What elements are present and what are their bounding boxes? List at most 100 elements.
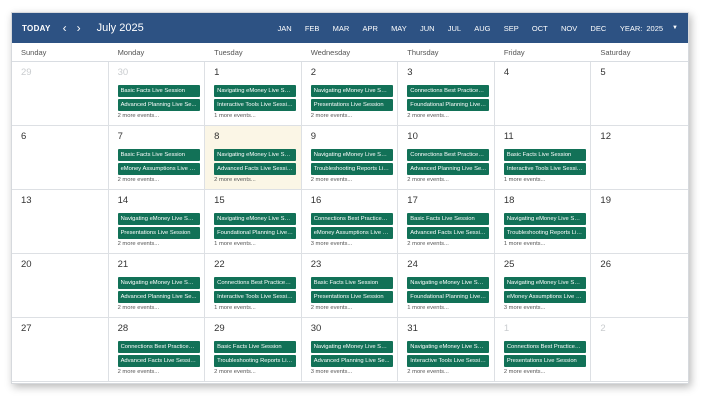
event-chip[interactable]: Advanced Facts Live Session <box>407 227 490 239</box>
event-chip[interactable]: Navigating eMoney Live Ses... <box>310 85 393 97</box>
event-chip[interactable]: eMoney Assumptions Live S... <box>503 291 586 303</box>
event-chip[interactable]: Advanced Facts Live Session <box>117 355 200 367</box>
month-link-apr[interactable]: APR <box>362 24 377 33</box>
day-cell[interactable]: 27 <box>12 318 109 382</box>
event-chip[interactable]: Navigating eMoney Live Ses... <box>310 341 393 353</box>
more-events-link[interactable]: 2 more events... <box>118 177 205 183</box>
more-events-link[interactable]: 1 more events... <box>504 241 591 247</box>
event-chip[interactable]: Connections Best Practices ... <box>503 341 586 353</box>
event-chip[interactable]: Foundational Planning Live ... <box>407 99 490 111</box>
day-cell[interactable]: 13 <box>12 190 109 254</box>
day-cell[interactable]: 10 Connections Best Practices ... Advanced… <box>398 126 495 190</box>
more-events-link[interactable]: 2 more events... <box>407 177 494 183</box>
month-link-oct[interactable]: OCT <box>532 24 548 33</box>
event-chip[interactable]: Advanced Facts Live Session <box>214 163 297 175</box>
event-chip[interactable]: Basic Facts Live Session <box>117 85 200 97</box>
day-cell[interactable]: 14 Navigating eMoney Live Ses... Presentat… <box>108 190 206 254</box>
day-cell[interactable]: 23 Basic Facts Live Session Presentations … <box>301 254 399 318</box>
more-events-link[interactable]: 3 more events... <box>504 305 591 311</box>
more-events-link[interactable]: 2 more events... <box>118 113 205 119</box>
more-events-link[interactable]: 1 more events... <box>214 241 301 247</box>
day-cell[interactable]: 1 Connections Best Practices ... Presentat… <box>494 318 592 382</box>
next-month-icon[interactable]: › <box>77 22 81 34</box>
day-cell[interactable]: 26 <box>591 254 688 318</box>
year-select[interactable]: 2025 ▼ <box>646 24 678 33</box>
day-cell[interactable]: 1 Navigating eMoney Live Ses... Interactiv… <box>205 62 302 126</box>
event-chip[interactable]: Connections Best Practices ... <box>407 149 490 161</box>
month-link-dec[interactable]: DEC <box>590 24 606 33</box>
month-link-feb[interactable]: FEB <box>305 24 320 33</box>
day-cell[interactable]: 11 Basic Facts Live Session Interactive To… <box>494 126 592 190</box>
event-chip[interactable]: Advanced Planning Live Se... <box>407 163 490 175</box>
more-events-link[interactable]: 2 more events... <box>118 305 205 311</box>
event-chip[interactable]: Troubleshooting Reports Liv... <box>214 355 297 367</box>
event-chip[interactable]: Interactive Tools Live Session <box>407 355 490 367</box>
event-chip[interactable]: Foundational Planning Live ... <box>214 227 297 239</box>
event-chip[interactable]: Connections Best Practices ... <box>117 341 200 353</box>
month-link-nov[interactable]: NOV <box>561 24 577 33</box>
event-chip[interactable]: Foundational Planning Live ... <box>407 291 490 303</box>
day-cell[interactable]: 22 Connections Best Practices ... Interact… <box>205 254 302 318</box>
more-events-link[interactable]: 2 more events... <box>214 177 301 183</box>
month-link-jan[interactable]: JAN <box>277 24 291 33</box>
month-link-sep[interactable]: SEP <box>504 24 519 33</box>
event-chip[interactable]: Presentations Live Session <box>310 99 393 111</box>
event-chip[interactable]: Presentations Live Session <box>117 227 200 239</box>
event-chip[interactable]: Navigating eMoney Live Ses... <box>407 277 490 289</box>
more-events-link[interactable]: 1 more events... <box>214 305 301 311</box>
event-chip[interactable]: Navigating eMoney Live Ses... <box>117 277 200 289</box>
event-chip[interactable]: eMoney Assumptions Live S... <box>117 163 200 175</box>
event-chip[interactable]: Navigating eMoney Live Ses... <box>503 277 586 289</box>
event-chip[interactable]: Troubleshooting Reports Liv... <box>503 227 586 239</box>
day-cell[interactable]: 24 Navigating eMoney Live Ses... Foundatio… <box>398 254 495 318</box>
more-events-link[interactable]: 2 more events... <box>311 177 398 183</box>
event-chip[interactable]: Connections Best Practices ... <box>407 85 490 97</box>
day-cell[interactable]: 28 Connections Best Practices ... Advanced… <box>108 318 206 382</box>
month-link-jun[interactable]: JUN <box>420 24 435 33</box>
day-cell[interactable]: 30 Navigating eMoney Live Ses... Advanced … <box>301 318 399 382</box>
more-events-link[interactable]: 2 more events... <box>407 369 494 375</box>
day-cell[interactable]: 16 Connections Best Practices ... eMoney A… <box>301 190 399 254</box>
prev-month-icon[interactable]: ‹ <box>63 22 67 34</box>
event-chip[interactable]: Navigating eMoney Live Ses... <box>117 213 200 225</box>
event-chip[interactable]: Advanced Planning Live Se... <box>310 355 393 367</box>
more-events-link[interactable]: 2 more events... <box>311 305 398 311</box>
event-chip[interactable]: Navigating eMoney Live Ses... <box>407 341 490 353</box>
more-events-link[interactable]: 2 more events... <box>407 113 494 119</box>
day-cell[interactable]: 21 Navigating eMoney Live Ses... Advanced … <box>108 254 206 318</box>
more-events-link[interactable]: 1 more events... <box>407 305 494 311</box>
event-chip[interactable]: Connections Best Practices ... <box>310 213 393 225</box>
day-cell[interactable]: 3 Connections Best Practices ... Foundatio… <box>398 62 495 126</box>
day-cell[interactable]: 18 Navigating eMoney Live Ses... Troublesh… <box>494 190 592 254</box>
more-events-link[interactable]: 1 more events... <box>214 113 301 119</box>
today-button[interactable]: TODAY <box>22 24 51 33</box>
day-cell[interactable]: 9 Navigating eMoney Live Ses... Troublesho… <box>301 126 399 190</box>
more-events-link[interactable]: 2 more events... <box>214 369 301 375</box>
event-chip[interactable]: eMoney Assumptions Live S... <box>310 227 393 239</box>
event-chip[interactable]: Interactive Tools Live Session <box>503 163 586 175</box>
more-events-link[interactable]: 1 more events... <box>504 177 591 183</box>
day-cell[interactable]: 20 <box>12 254 109 318</box>
more-events-link[interactable]: 3 more events... <box>311 241 398 247</box>
day-cell[interactable]: 25 Navigating eMoney Live Ses... eMoney As… <box>494 254 592 318</box>
day-cell[interactable]: 29 <box>12 62 109 126</box>
day-cell[interactable]: 19 <box>591 190 688 254</box>
month-link-may[interactable]: MAY <box>391 24 407 33</box>
event-chip[interactable]: Basic Facts Live Session <box>407 213 490 225</box>
event-chip[interactable]: Presentations Live Session <box>503 355 586 367</box>
event-chip[interactable]: Basic Facts Live Session <box>214 341 297 353</box>
month-link-mar[interactable]: MAR <box>333 24 350 33</box>
day-cell[interactable]: 12 <box>591 126 688 190</box>
day-cell[interactable]: 15 Navigating eMoney Live Ses... Foundatio… <box>205 190 302 254</box>
event-chip[interactable]: Interactive Tools Live Session <box>214 99 297 111</box>
day-cell-today[interactable]: 8 Navigating eMoney Live Ses... Advanced F… <box>205 126 302 190</box>
day-cell[interactable]: 31 Navigating eMoney Live Ses... Interacti… <box>398 318 495 382</box>
event-chip[interactable]: Advanced Planning Live Se... <box>117 99 200 111</box>
event-chip[interactable]: Presentations Live Session <box>310 291 393 303</box>
event-chip[interactable]: Navigating eMoney Live Ses... <box>503 213 586 225</box>
day-cell[interactable]: 7 Basic Facts Live Session eMoney Assumpti… <box>108 126 206 190</box>
day-cell[interactable]: 6 <box>12 126 109 190</box>
event-chip[interactable]: Navigating eMoney Live Ses... <box>214 149 297 161</box>
day-cell[interactable]: 30 Basic Facts Live Session Advanced Plann… <box>108 62 206 126</box>
event-chip[interactable]: Interactive Tools Live Session <box>214 291 297 303</box>
